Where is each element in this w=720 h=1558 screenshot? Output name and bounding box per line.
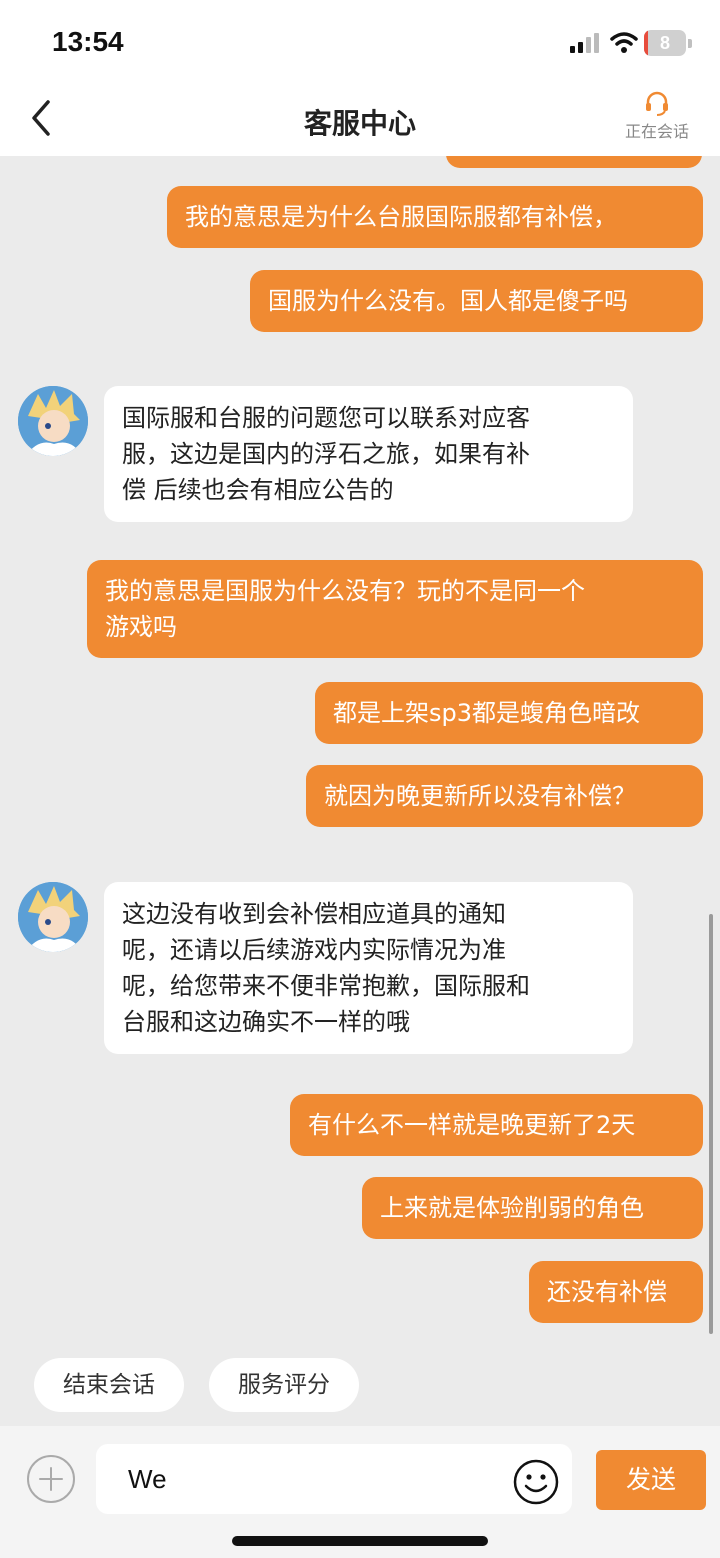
message-bubble-agent: 这边没有收到会补偿相应道具的通知 呢，还请以后续游戏内实际情况为准 呢，给您带来… <box>104 882 633 1054</box>
input-bar: 发送 <box>0 1426 720 1558</box>
message-bubble-user: 还没有补偿 <box>529 1261 703 1323</box>
status-time: 13:54 <box>52 26 124 57</box>
message-bubble-user: 有什么不一样就是晚更新了2天 <box>290 1094 703 1156</box>
message-bubble-user: 上来就是体验削弱的角色 <box>362 1177 703 1239</box>
message-bubble-user <box>446 156 702 168</box>
status-bar: 13:54 8 <box>0 0 720 86</box>
message-bubble-user: 国服为什么没有。国人都是傻子吗 <box>250 270 703 332</box>
nav-bar: 客服中心 正在会话 <box>0 86 720 156</box>
emoji-icon <box>513 1459 559 1505</box>
message-bubble-user: 我的意思是为什么台服国际服都有补偿， <box>167 186 703 248</box>
plus-button[interactable] <box>26 1454 76 1504</box>
rate-service-button[interactable]: 服务评分 <box>209 1358 359 1412</box>
message-bubble-user: 就因为晚更新所以没有补偿？ <box>306 765 703 827</box>
signal-icon <box>570 33 599 53</box>
emoji-button[interactable] <box>512 1458 560 1506</box>
agent-avatar <box>18 386 88 456</box>
wifi-icon <box>610 32 638 53</box>
session-status-label: 正在会话 <box>624 122 689 141</box>
chat-area[interactable]: 我的意思是为什么台服国际服都有补偿， 国服为什么没有。国人都是傻子吗 国际服和台… <box>0 156 720 1426</box>
session-status[interactable]: 正在会话 <box>612 90 702 144</box>
home-indicator <box>232 1536 488 1546</box>
message-bubble-agent: 国际服和台服的问题您可以联系对应客 服，这边是国内的浮石之旅，如果有补 偿 后续… <box>104 386 633 522</box>
battery-icon: 8 <box>644 30 692 56</box>
send-button[interactable]: 发送 <box>596 1450 706 1510</box>
end-session-button[interactable]: 结束会话 <box>34 1358 184 1412</box>
plus-icon <box>27 1455 75 1503</box>
headset-icon <box>646 91 668 116</box>
message-bubble-user: 都是上架sp3都是蝮角色暗改 <box>315 682 703 744</box>
chat-scrollbar[interactable] <box>709 914 713 1334</box>
message-bubble-user: 我的意思是国服为什么没有？玩的不是同一个 游戏吗 <box>87 560 703 658</box>
agent-avatar <box>18 882 88 952</box>
message-input[interactable] <box>96 1444 572 1514</box>
battery-level: 8 <box>659 33 670 53</box>
